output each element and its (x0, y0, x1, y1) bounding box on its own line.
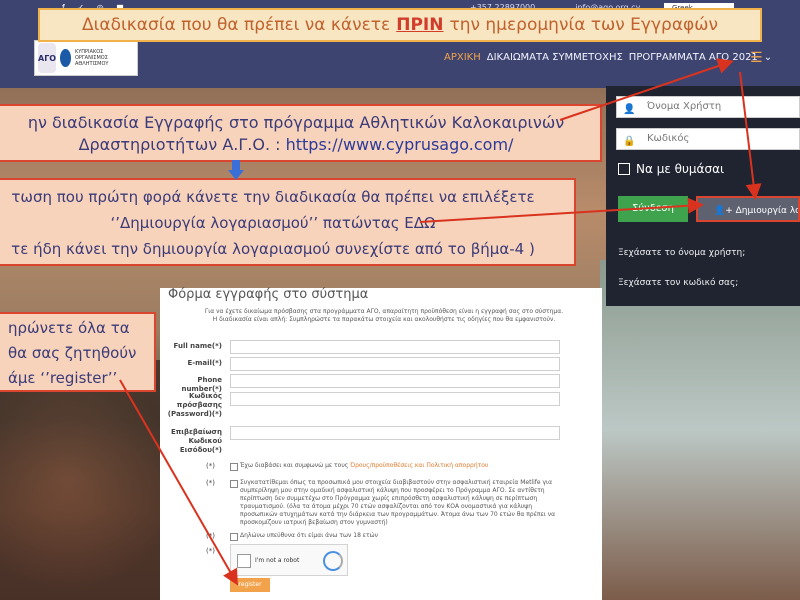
nav-item-home[interactable]: ΑΡΧΙΚΗ (444, 52, 481, 63)
nav-item-programs[interactable]: ΠΡΟΓΡΑΜΜΑΤΑ ΑΓΟ 2021 (629, 52, 758, 63)
terms-link[interactable]: Όρους/προϋποθέσεις και Πολιτική απορρήτο… (350, 462, 488, 469)
instruction-banner: Διαδικασία που θα πρέπει να κάνετε ΠΡΙΝ … (38, 8, 762, 42)
create-account-label: Δημιουργία λογαριασμού (735, 206, 800, 216)
recaptcha-label: I'm not a robot (255, 557, 300, 564)
age-text: Δηλώνω υπεύθυνα ότι είμαι άνω των 18 ετώ… (240, 532, 379, 539)
password-placeholder: Κωδικός (647, 133, 690, 144)
banner-highlight: ΠΡΙΝ (396, 15, 444, 35)
required-mark: (*) (206, 532, 215, 540)
callout3-line1: ηρώνετε όλα τα (8, 319, 130, 337)
username-placeholder: Όνομα Χρήστη (647, 101, 722, 112)
create-account-button[interactable]: 👤+ Δημιουργία λογαριασμού (696, 196, 800, 222)
background-athlete-left (0, 360, 170, 600)
chevron-down-icon[interactable]: ⌄ (764, 52, 772, 63)
callout-step-create-account: τωση που πρώτη φορά κάνετε την διαδικασί… (0, 178, 576, 266)
terms-checkbox[interactable] (230, 463, 238, 471)
confirm-password-field[interactable] (230, 426, 560, 440)
ago-logo: ΑΓΟ (38, 43, 57, 73)
callout-step-fill-form: ηρώνετε όλα τα θα σας ζητηθούν άμε ‘’reg… (0, 312, 156, 392)
koa-emblem-icon (60, 49, 71, 67)
form-title: Φόρμα εγγραφής στο σύστημα (168, 287, 369, 302)
callout3-line3: άμε ‘’register’’ (8, 369, 118, 387)
user-icon: 👤 (623, 104, 636, 115)
logo-caption: ΚΥΠΡΙΑΚΟΣ ΟΡΓΑΝΙΣΜΟΣ ΑΘΛΗΤΙΣΜΟΥ (74, 49, 109, 67)
callout1-line2-text: Δραστηριοτήτων Α.Γ.Ο. : (78, 135, 281, 154)
registration-form (160, 288, 602, 600)
insurance-text: Συγκατατίθεμαι όπως τα προσωπικά μου στο… (240, 479, 556, 526)
callout2-line1: τωση που πρώτη φορά κάνετε την διαδικασί… (11, 188, 535, 206)
remember-checkbox[interactable] (618, 163, 630, 175)
recaptcha-icon (323, 551, 343, 571)
forgot-password-link[interactable]: Ξεχάσατε τον κωδικό σας; (618, 278, 738, 288)
callout1-line2: Δραστηριοτήτων Α.Γ.Ο. : https://www.cypr… (0, 134, 600, 156)
label-email: E-mail(*) (187, 359, 222, 367)
down-arrow-icon (228, 160, 244, 180)
remember-label: Να με θυμάσαι (636, 162, 725, 176)
required-mark: (*) (206, 462, 215, 470)
recaptcha-widget[interactable]: I'm not a robot (230, 544, 348, 576)
banner-after: την ημερομηνία των Εγγραφών (449, 15, 718, 35)
login-button[interactable]: Σύνδεση (618, 196, 688, 222)
email-input[interactable] (230, 357, 560, 371)
recaptcha-checkbox[interactable] (237, 554, 251, 568)
label-full-name: Full name(*) (173, 342, 222, 350)
phone-input[interactable] (230, 374, 560, 388)
password-input[interactable]: 🔒 Κωδικός (616, 128, 800, 150)
callout1-url[interactable]: https://www.cyprusago.com/ (286, 135, 514, 154)
full-name-input[interactable] (230, 340, 560, 354)
label-password: Κωδικός πρόσβασης (Password)(*) (167, 392, 222, 418)
form-intro-line2: Η διαδικασία είναι απλή: Συμπληρώστε τα … (212, 316, 556, 323)
site-logo[interactable]: ΑΓΟ ΚΥΠΡΙΑΚΟΣ ΟΡΓΑΝΙΣΜΟΣ ΑΘΛΗΤΙΣΜΟΥ (34, 40, 138, 76)
username-input[interactable]: 👤 Όνομα Χρήστη (616, 96, 800, 118)
callout2-line2: ‘’Δημιουργία λογαριασμού’’ πατώντας ΕΔΩ (110, 214, 436, 232)
form-intro-line1: Για να έχετε δικαίωμα πρόσβασης στα προγ… (204, 308, 564, 315)
background-athlete-right (600, 260, 800, 600)
register-button[interactable]: register (230, 578, 270, 592)
main-nav: ΑΡΧΙΚΗ ΔΙΚΑΙΩΜΑΤΑ ΣΥΜΜΕΤΟΧΗΣ ΠΡΟΓΡΑΜΜΑΤΑ… (444, 52, 772, 63)
callout2-line3: τε ήδη κάνει την δημιουργία λογαριασμού … (11, 240, 535, 258)
required-mark: (*) (206, 547, 215, 555)
hamburger-icon[interactable]: ☰ (750, 50, 763, 66)
label-confirm-password: Επιβεβαίωση Κωδικού Εισόδου(*) (170, 428, 222, 454)
add-user-icon: 👤+ (714, 206, 736, 216)
terms-text: Έχω διαβάσει και συμφωνώ με τους Όρους/π… (240, 462, 560, 470)
age-checkbox[interactable] (230, 533, 238, 541)
banner-before: Διαδικασία που θα πρέπει να κάνετε (82, 15, 391, 35)
required-mark: (*) (206, 479, 215, 487)
callout-step-url: ην διαδικασία Εγγραφής στο πρόγραμμα Αθλ… (0, 104, 602, 162)
remember-me[interactable]: Να με θυμάσαι (618, 162, 724, 176)
lock-icon: 🔒 (623, 136, 636, 147)
nav-item-rights[interactable]: ΔΙΚΑΙΩΜΑΤΑ ΣΥΜΜΕΤΟΧΗΣ (487, 52, 623, 63)
terms-prefix: Έχω διαβάσει και συμφωνώ με τους (240, 462, 349, 469)
password-field[interactable] (230, 392, 560, 406)
forgot-username-link[interactable]: Ξεχάσατε το όνομα χρήστη; (618, 248, 745, 258)
callout1-line1: ην διαδικασία Εγγραφής στο πρόγραμμα Αθλ… (27, 113, 565, 132)
insurance-checkbox[interactable] (230, 480, 238, 488)
form-intro: Για να έχετε δικαίωμα πρόσβασης στα προγ… (184, 308, 584, 324)
callout3-line2: θα σας ζητηθούν (8, 344, 137, 362)
